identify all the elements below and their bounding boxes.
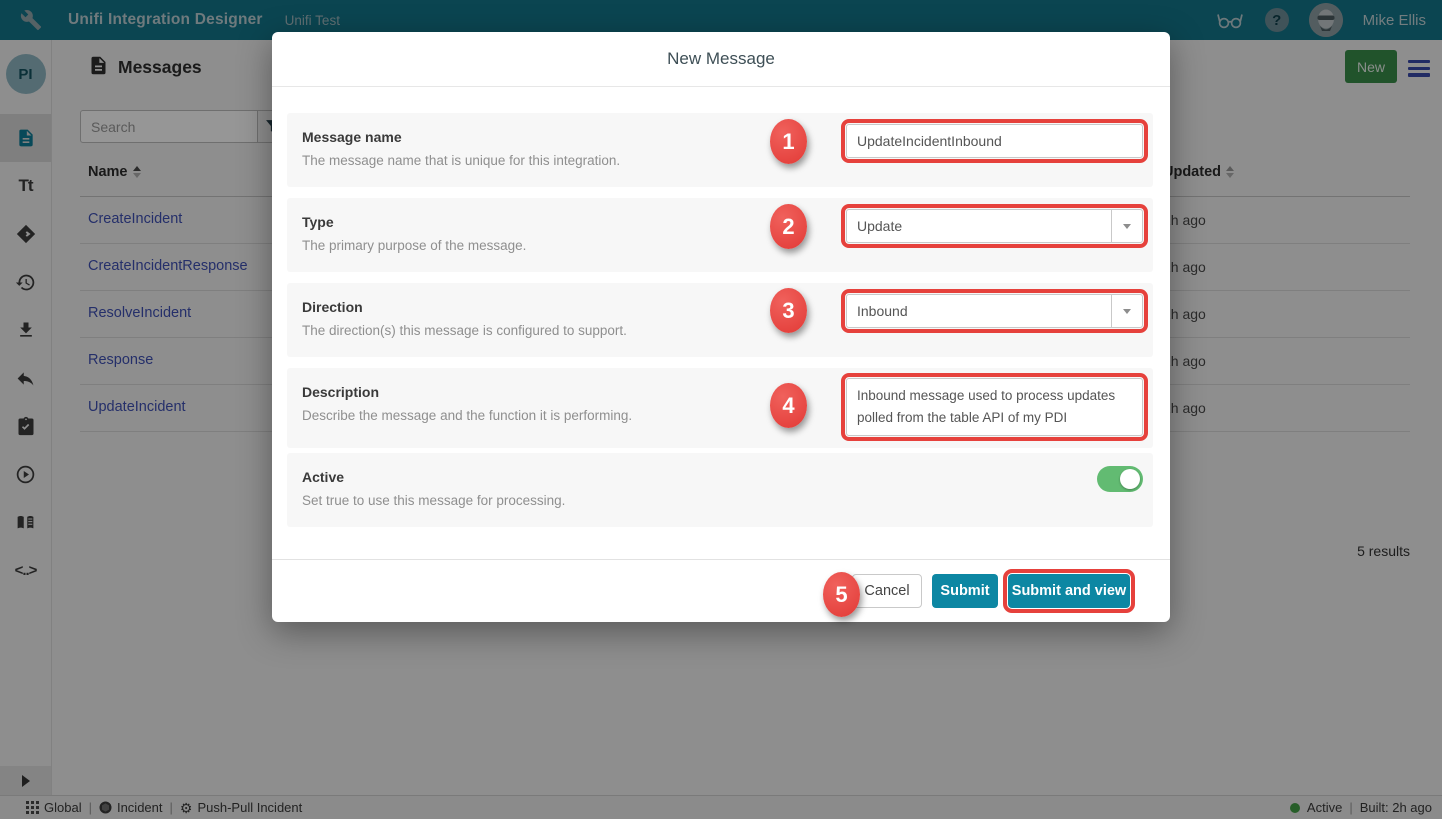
annotation-badge-5: 5 [823, 572, 860, 617]
annotation-badge-3: 3 [770, 288, 807, 333]
dropdown-button[interactable] [1111, 210, 1142, 242]
active-toggle[interactable] [1097, 466, 1143, 492]
annotation-badge-2: 2 [770, 204, 807, 249]
direction-select[interactable]: Inbound [841, 289, 1148, 333]
description-textarea[interactable]: Inbound message used to process updates … [841, 373, 1148, 441]
field-row-active: Active Set true to use this message for … [287, 453, 1153, 527]
submit-and-view-button[interactable]: Submit and view [1003, 569, 1135, 613]
field-label: Active [302, 469, 345, 485]
annotation-badge-1: 1 [770, 119, 807, 164]
field-row-type: Type The primary purpose of the message.… [287, 198, 1153, 272]
message-name-input[interactable] [841, 119, 1148, 163]
field-description: Set true to use this message for process… [302, 493, 566, 508]
field-row-message-name: Message name The message name that is un… [287, 113, 1153, 187]
new-message-dialog: New Message Message name The message nam… [272, 32, 1170, 622]
chevron-down-icon [1123, 223, 1131, 229]
selected-value: Inbound [857, 303, 908, 319]
dialog-footer: Cancel Submit Submit and view [272, 559, 1170, 622]
toggle-knob [1120, 469, 1140, 489]
cancel-button[interactable]: Cancel [852, 574, 922, 608]
annotation-badge-4: 4 [770, 383, 807, 428]
submit-button[interactable]: Submit [932, 574, 998, 608]
type-select[interactable]: Update [841, 204, 1148, 248]
selected-value: Update [857, 218, 903, 234]
field-row-description: Description Describe the message and the… [287, 368, 1153, 448]
dialog-title: New Message [272, 32, 1170, 87]
chevron-down-icon [1123, 308, 1131, 314]
dropdown-button[interactable] [1111, 295, 1142, 327]
field-row-direction: Direction The direction(s) this message … [287, 283, 1153, 357]
